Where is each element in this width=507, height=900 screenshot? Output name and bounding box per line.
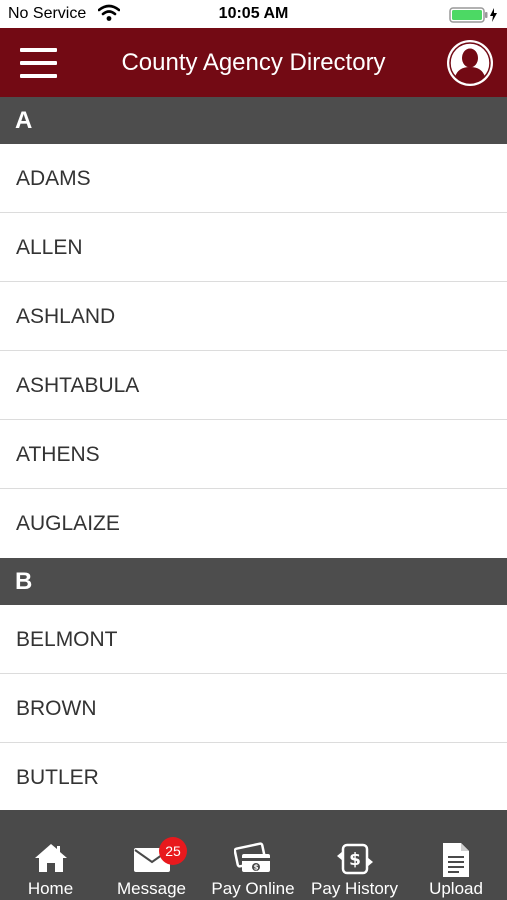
home-icon: [33, 842, 69, 879]
tab-upload-label: Upload: [429, 879, 483, 898]
list-item[interactable]: BUTLER: [0, 743, 507, 810]
svg-text:$: $: [349, 850, 361, 870]
tab-pay-online-label: Pay Online: [211, 879, 295, 898]
tab-pay-online[interactable]: $ Pay Online: [202, 810, 304, 900]
list-item[interactable]: ASHTABULA: [0, 351, 507, 420]
tab-home[interactable]: Home: [0, 810, 101, 900]
tab-message[interactable]: 25 Message: [101, 810, 202, 900]
message-count-badge: 25: [159, 837, 187, 865]
nav-bar: County Agency Directory: [0, 28, 507, 97]
list-item[interactable]: ADAMS: [0, 144, 507, 213]
tab-pay-history-label: Pay History: [311, 879, 398, 898]
user-avatar-icon: [447, 40, 493, 86]
county-list[interactable]: A ADAMS ALLEN ASHLAND ASHTABULA ATHENS A…: [0, 97, 507, 810]
profile-button[interactable]: [446, 39, 494, 87]
document-icon: [441, 842, 471, 883]
battery-icon: [449, 7, 499, 28]
status-bar: No Service 10:05 AM: [0, 0, 507, 28]
list-item[interactable]: ATHENS: [0, 420, 507, 489]
tab-message-label: Message: [117, 879, 186, 898]
tab-upload[interactable]: Upload: [405, 810, 507, 900]
pay-online-icon: $: [233, 842, 272, 879]
pay-history-icon: $: [335, 842, 375, 881]
tab-pay-history[interactable]: $ Pay History: [304, 810, 405, 900]
tab-home-label: Home: [27, 879, 74, 898]
svg-text:$: $: [254, 864, 259, 872]
list-item[interactable]: BROWN: [0, 674, 507, 743]
list-item[interactable]: AUGLAIZE: [0, 489, 507, 558]
section-header-a: A: [0, 97, 507, 144]
list-item[interactable]: ASHLAND: [0, 282, 507, 351]
page-title: County Agency Directory: [121, 49, 386, 76]
list-item[interactable]: BELMONT: [0, 605, 507, 674]
list-item[interactable]: ALLEN: [0, 213, 507, 282]
section-header-b: B: [0, 558, 507, 605]
tab-bar: Home 25 Message $ Pay Online $ Pay Histo…: [0, 810, 507, 900]
status-time: 10:05 AM: [218, 5, 289, 22]
